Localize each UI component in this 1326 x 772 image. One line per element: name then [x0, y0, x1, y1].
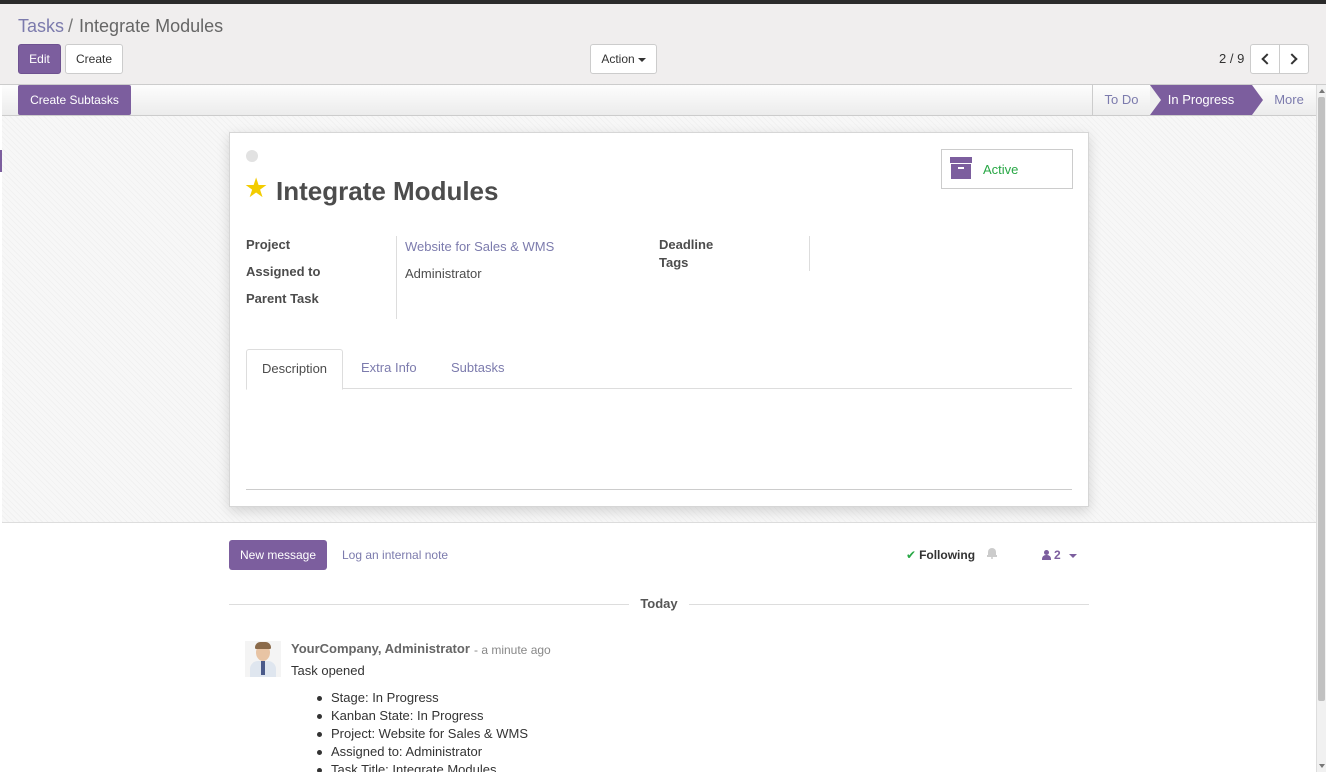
active-label: Active — [983, 162, 1019, 177]
action-label: Action — [601, 52, 635, 66]
scroll-up-icon[interactable] — [1319, 89, 1325, 93]
scrollbar-thumb[interactable] — [1318, 97, 1325, 701]
pager-previous-button[interactable] — [1250, 44, 1280, 74]
list-item: Project: Website for Sales & WMS — [317, 726, 528, 744]
caret-down-icon — [637, 57, 646, 62]
message-time: - a minute ago — [474, 643, 551, 657]
following-button[interactable]: ✔ Following — [906, 548, 975, 562]
followers-dropdown[interactable]: 2 — [1042, 548, 1077, 562]
kanban-state-indicator[interactable] — [246, 150, 258, 162]
log-note-link[interactable]: Log an internal note — [342, 548, 448, 562]
followers-count: 2 — [1054, 548, 1061, 562]
parent-task-label: Parent Task — [246, 291, 319, 306]
tab-extra-info[interactable]: Extra Info — [346, 349, 432, 389]
stage-more-dropdown[interactable]: More — [1264, 85, 1314, 115]
form-header: Create Subtasks To Do In Progress More — [2, 85, 1316, 116]
new-message-button[interactable]: New message — [229, 540, 327, 570]
archive-icon — [950, 157, 972, 179]
field-divider — [396, 236, 397, 319]
breadcrumb-tasks-link[interactable]: Tasks — [18, 16, 64, 36]
list-item: Assigned to: Administrator — [317, 744, 528, 762]
breadcrumb-current: Integrate Modules — [79, 16, 224, 36]
check-icon: ✔ — [906, 548, 917, 562]
project-link[interactable]: Website for Sales & WMS — [405, 239, 554, 254]
date-separator-line-right — [689, 604, 1089, 605]
active-toggle-button[interactable]: Active — [941, 149, 1073, 189]
task-title: Integrate Modules — [276, 176, 499, 206]
pager-next-button[interactable] — [1279, 44, 1309, 74]
bell-icon[interactable] — [987, 548, 997, 559]
pager-value: 2 / 9 — [1219, 51, 1245, 66]
create-subtasks-button[interactable]: Create Subtasks — [18, 85, 131, 115]
stage-to-do[interactable]: To Do — [1092, 85, 1150, 115]
assigned-to-value: Administrator — [405, 266, 482, 281]
stage-in-progress[interactable]: In Progress — [1150, 85, 1263, 115]
date-separator: Today — [640, 596, 678, 611]
action-dropdown[interactable]: Action — [590, 44, 657, 74]
tab-content-bottom — [246, 489, 1072, 490]
deadline-label: Deadline — [659, 237, 714, 252]
tab-description[interactable]: Description — [246, 349, 344, 390]
message-body: Task opened — [291, 663, 365, 678]
list-item: Kanban State: In Progress — [317, 708, 528, 726]
assigned-to-label: Assigned to — [246, 264, 321, 279]
caret-down-icon — [1068, 553, 1077, 558]
user-icon — [1042, 550, 1051, 560]
create-button[interactable]: Create — [65, 44, 123, 74]
control-panel: Tasks / Integrate Modules Edit Create Acti… — [0, 4, 1326, 85]
left-edge-marker — [0, 150, 2, 172]
stage-in-progress-label: In Progress — [1167, 92, 1235, 107]
project-label: Project — [246, 237, 291, 252]
list-item: Stage: In Progress — [317, 690, 528, 708]
chevron-right-icon — [1286, 53, 1298, 65]
vertical-scrollbar[interactable] — [1316, 85, 1326, 772]
tab-subtasks[interactable]: Subtasks — [436, 349, 519, 389]
edit-button[interactable]: Edit — [18, 44, 61, 74]
tags-label: Tags — [659, 255, 689, 270]
message-changes-list: Stage: In Progress Kanban State: In Prog… — [317, 690, 528, 772]
breadcrumb-separator: / — [68, 16, 74, 36]
form-sheet: ★ Integrate Modules Active Project Assig… — [229, 132, 1089, 507]
list-item: Task Title: Integrate Modules — [317, 762, 528, 772]
message-author[interactable]: YourCompany, Administrator — [291, 641, 470, 656]
star-icon[interactable]: ★ — [244, 175, 268, 202]
date-separator-line-left — [229, 604, 629, 605]
field-divider-right — [809, 236, 810, 271]
breadcrumb: Tasks / Integrate Modules — [18, 16, 223, 37]
notebook-tabs: Description Extra Info Subtasks — [246, 349, 1072, 390]
following-label: Following — [919, 548, 976, 562]
scroll-down-icon[interactable] — [1319, 764, 1325, 768]
avatar[interactable] — [245, 641, 281, 677]
chevron-left-icon — [1261, 53, 1273, 65]
